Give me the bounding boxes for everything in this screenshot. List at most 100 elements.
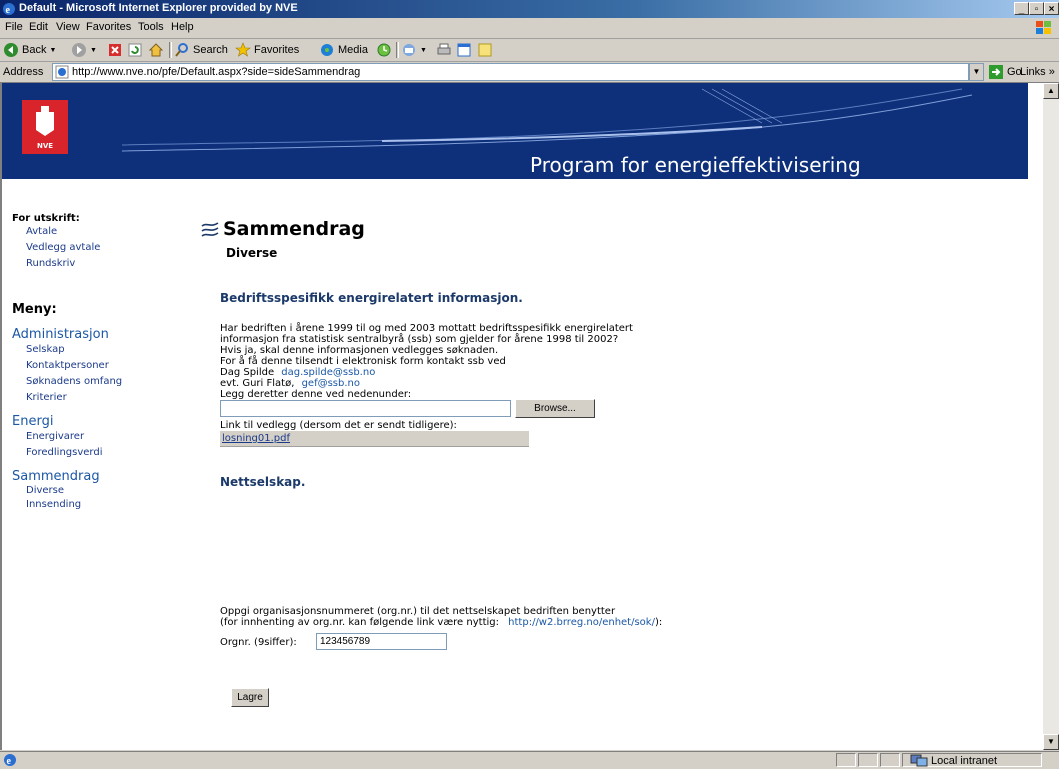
energy-info-text-line4: For å få denne tilsendt i elektronisk fo… — [220, 356, 506, 367]
minimize-button[interactable]: _ — [1014, 2, 1029, 15]
menu-help[interactable]: Help — [171, 21, 194, 33]
messenger-button[interactable] — [477, 42, 493, 58]
energy-info-text-line2: informasjon fra statistisk sentralbyrå (… — [220, 334, 619, 345]
nav-link-kriterier[interactable]: Kriterier — [26, 390, 202, 406]
file-upload-input[interactable] — [220, 400, 511, 417]
chevron-down-icon: ▼ — [49, 46, 57, 54]
media-button[interactable]: Media — [319, 42, 368, 58]
nav-link-kontaktpersoner[interactable]: Kontaktpersoner — [26, 358, 202, 374]
brreg-link[interactable]: http://w2.brreg.no/enhet/sok/ — [508, 617, 655, 628]
address-dropdown-button[interactable]: ▼ — [969, 63, 984, 81]
edit-button[interactable] — [456, 42, 472, 58]
nav-link-selskap[interactable]: Selskap — [26, 342, 202, 358]
scroll-up-button[interactable]: ▲ — [1043, 83, 1059, 99]
page-title: Sammendrag — [223, 218, 365, 240]
nav-section-energi[interactable]: Energi — [12, 414, 202, 429]
browse-button[interactable]: Browse... — [515, 399, 595, 418]
site-banner: NVE Program for energieffektivisering — [2, 83, 1028, 179]
windows-logo-icon — [1036, 21, 1051, 34]
address-input[interactable]: http://www.nve.no/pfe/Default.aspx?side=… — [52, 63, 969, 81]
links-label: Links — [1020, 66, 1046, 78]
menu-favorites[interactable]: Favorites — [86, 21, 131, 33]
existing-attachment-label: Link til vedlegg (dersom det er sendt ti… — [220, 420, 457, 431]
contact-line-2: evt. Guri Flatø, gef@ssb.no — [220, 379, 360, 389]
menu-bar: File Edit View Favorites Tools Help — [0, 18, 1059, 39]
refresh-button[interactable] — [127, 42, 143, 58]
nav-link-rundskriv[interactable]: Rundskriv — [26, 256, 202, 272]
nav-link-energivarer[interactable]: Energivarer — [26, 429, 202, 445]
go-button[interactable]: Go — [988, 64, 1022, 80]
zone-label: Local intranet — [931, 754, 998, 767]
nav-link-foredlingsverdi[interactable]: Foredlingsverdi — [26, 445, 202, 461]
mail-icon — [403, 44, 415, 56]
stop-button[interactable] — [107, 42, 123, 58]
security-zone: Local intranet — [910, 754, 997, 767]
nav-link-avtale[interactable]: Avtale — [26, 224, 202, 240]
window-title-bar: e Default - Microsoft Internet Explorer … — [0, 0, 1059, 18]
address-url: http://www.nve.no/pfe/Default.aspx?side=… — [72, 66, 361, 78]
orgnr-input[interactable] — [316, 633, 447, 650]
nve-logo-text: NVE — [37, 142, 53, 150]
nav-section-sammendrag[interactable]: Sammendrag — [12, 469, 202, 484]
history-icon — [377, 43, 391, 57]
nav-link-innsending[interactable]: Innsending — [26, 497, 202, 513]
home-icon — [148, 43, 164, 57]
print-button[interactable] — [436, 42, 452, 58]
printer-icon — [437, 43, 451, 55]
energy-info-text-line3: Hvis ja, skal denne informasjonen vedleg… — [220, 345, 499, 356]
status-cell — [836, 753, 856, 767]
contact2-email-link[interactable]: gef@ssb.no — [302, 378, 360, 389]
page-viewport: NVE Program for energieffektivisering Fo… — [0, 83, 1045, 750]
media-label: Media — [338, 44, 368, 56]
home-button[interactable] — [148, 42, 164, 58]
note-icon — [478, 43, 492, 57]
forward-arrow-icon — [72, 43, 86, 57]
upload-label: Legg deretter denne ved nedenunder: — [220, 389, 412, 400]
history-button[interactable] — [376, 42, 392, 58]
status-cell — [880, 753, 900, 767]
contact1-name: Dag Spilde — [220, 367, 275, 378]
menu-view[interactable]: View — [56, 21, 80, 33]
program-title: Program for energieffektivisering — [530, 153, 861, 177]
status-bar: e Local intranet — [0, 751, 1059, 769]
orgnr-instruction-prefix: (for innhenting av org.nr. kan følgende … — [220, 617, 499, 628]
status-cell — [858, 753, 878, 767]
nav-link-vedlegg-avtale[interactable]: Vedlegg avtale — [26, 240, 202, 256]
banner-swoosh-graphic — [121, 88, 973, 152]
favorites-button[interactable]: Favorites — [235, 42, 299, 58]
window-title: Default - Microsoft Internet Explorer pr… — [19, 2, 298, 14]
scroll-down-button[interactable]: ▼ — [1043, 734, 1059, 750]
wave-lines-icon — [201, 222, 219, 237]
go-arrow-icon — [989, 65, 1003, 79]
contact1-email-link[interactable]: dag.spilde@ssb.no — [281, 367, 375, 378]
toolbar-separator — [169, 42, 172, 58]
menu-tools[interactable]: Tools — [138, 21, 164, 33]
energy-info-text-line1: Har bedriften i årene 1999 til og med 20… — [220, 323, 633, 334]
back-button[interactable]: Back ▼ — [3, 42, 56, 58]
mail-button[interactable]: ▼ — [401, 42, 427, 58]
maximize-button[interactable]: ▫ — [1029, 2, 1044, 15]
search-label: Search — [193, 44, 228, 56]
orgnr-instruction-suffix: ): — [654, 617, 663, 628]
chevron-down-icon: ▼ — [420, 46, 427, 54]
links-toolbar-button[interactable]: Links » — [1020, 66, 1055, 78]
nav-link-diverse[interactable]: Diverse — [26, 484, 202, 497]
chevron-down-icon: ▼ — [90, 46, 97, 54]
refresh-icon — [128, 43, 142, 57]
close-button[interactable]: × — [1044, 2, 1059, 15]
vertical-scrollbar[interactable]: ▲ ▼ — [1043, 83, 1059, 750]
search-button[interactable]: Search — [174, 42, 228, 58]
nav-link-soknadens-omfang[interactable]: Søknadens omfang — [26, 374, 202, 390]
menu-edit[interactable]: Edit — [29, 21, 48, 33]
page-subtitle: Diverse — [226, 246, 278, 260]
menu-file[interactable]: File — [5, 21, 23, 33]
nve-logo: NVE — [22, 100, 68, 154]
nav-section-administrasjon[interactable]: Administrasjon — [12, 327, 202, 342]
forward-button[interactable]: ▼ — [71, 42, 97, 58]
section-heading-energy-info: Bedriftsspesifikk energirelatert informa… — [220, 291, 523, 305]
page-status-icon: e — [4, 754, 16, 767]
existing-attachment-link[interactable]: losning01.pdf — [222, 433, 290, 444]
section-heading-nettselskap: Nettselskap. — [220, 475, 306, 489]
stop-icon — [109, 44, 121, 56]
save-button[interactable]: Lagre — [231, 688, 269, 707]
